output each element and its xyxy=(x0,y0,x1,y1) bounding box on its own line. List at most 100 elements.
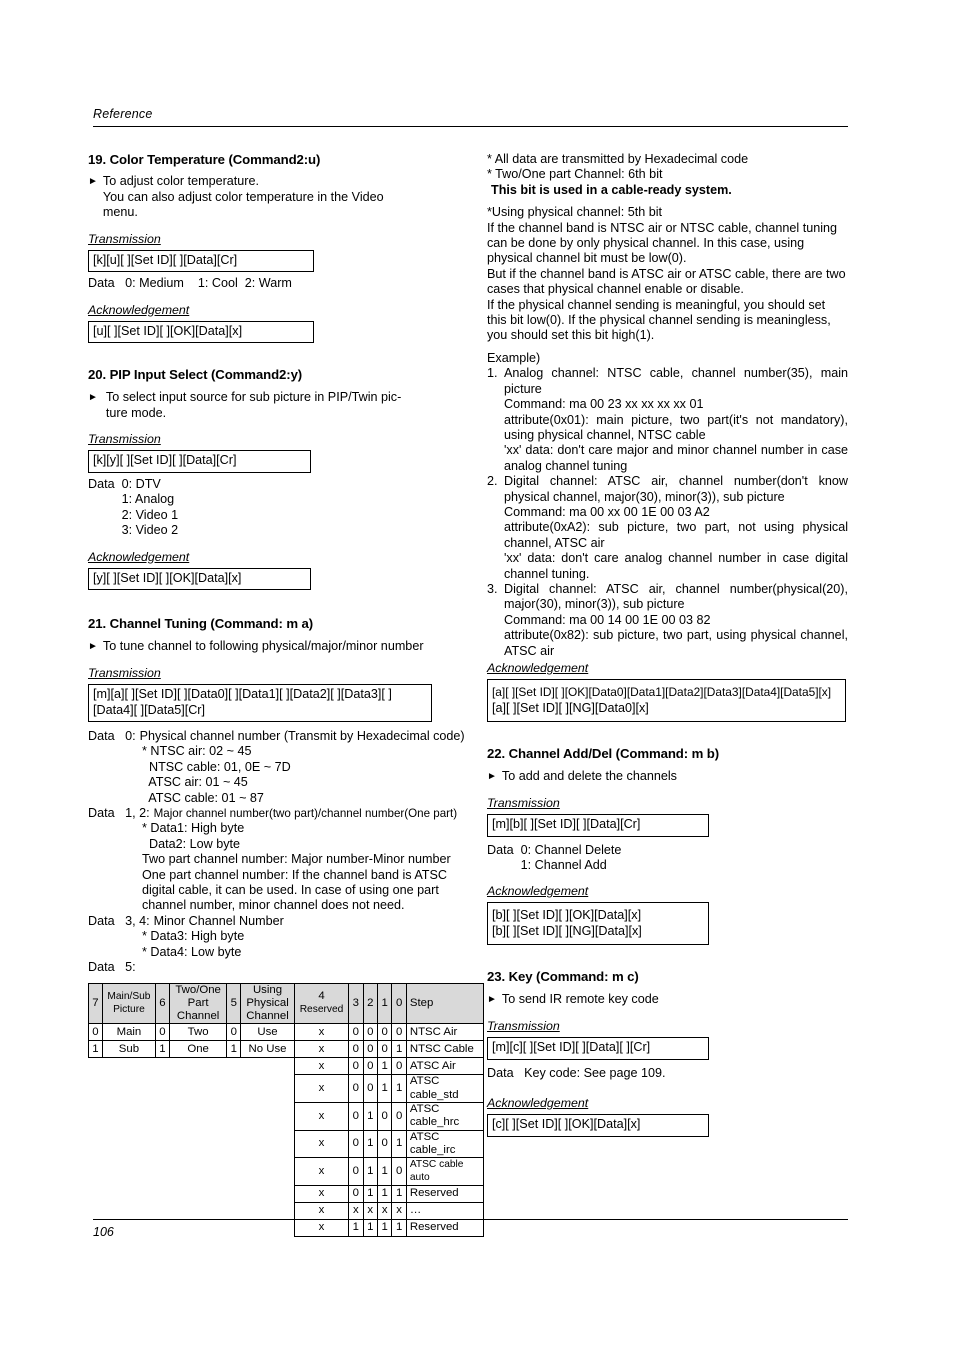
table-header-row: 7 Main/Sub Picture 6 Two/One Part Channe… xyxy=(88,982,485,1025)
cell-bit6: 1 xyxy=(155,1040,170,1059)
table-row: 1 Sub 1 One 1 No Use x 0 0 0 1 NTSC Cabl… xyxy=(88,1040,485,1059)
cell-bit1: 1 xyxy=(376,1184,393,1203)
table-row: x 0 1 1 0 ATSC cable auto xyxy=(89,1157,485,1186)
right-column: * All data are transmitted by Hexadecima… xyxy=(487,152,848,1140)
list-item: digital cable, it can be used. In case o… xyxy=(142,883,439,898)
section-21-data34-key: Data 3, 4: xyxy=(88,913,150,928)
example-line: attribute(0xA2): sub picture, two part, … xyxy=(504,520,848,550)
section-22-channel-add-del: 22. Channel Add/Del (Command: m b) ► To … xyxy=(487,746,848,946)
section-19-transmission-label: Transmission xyxy=(88,231,161,246)
section-21-data0-key: Data 0: xyxy=(88,729,136,743)
list-item: 1: Analog xyxy=(121,492,175,507)
section-21-ack-code-ok: [a][ ][Set ID][ ][OK][Data0][Data1][Data… xyxy=(492,685,832,699)
example-line: Command: ma 00 23 xx xx xx xx 01 xyxy=(504,397,704,412)
section-22-ack-label: Acknowledgement xyxy=(487,884,589,899)
section-21-ack-label: Acknowledgement xyxy=(487,661,589,675)
section-22-data-values: 0: Channel Delete 1: Channel Add xyxy=(521,843,848,874)
section-19-transmission-code: [k][u][ ][Set ID][ ][Data][Cr] xyxy=(88,249,314,273)
section-22-title: 22. Channel Add/Del (Command: m b) xyxy=(487,746,720,761)
cell-bit0: 1 xyxy=(391,1184,407,1203)
cell-bit7: 1 xyxy=(88,1040,103,1059)
cell-bit1: x xyxy=(376,1201,393,1220)
cell-bit6-name: Two xyxy=(168,1023,228,1042)
section-21-data0-value: Physical channel number (Transmit by Hex… xyxy=(139,729,465,743)
note-cable-ready-bold: This bit is used in a cable-ready system… xyxy=(491,182,732,197)
example-item-1-number: 1. xyxy=(487,366,498,381)
cell-bit1: 0 xyxy=(376,1129,393,1159)
cell-bit2: 1 xyxy=(362,1129,378,1159)
cell-bit0: 0 xyxy=(391,1057,407,1076)
example-line: Digital channel: ATSC air, channel numbe… xyxy=(504,474,848,504)
section-21-acknowledgement: Acknowledgement [a][ ][Set ID][ ][OK][Da… xyxy=(487,659,848,722)
section-23-data-line: Data Key code: See page 109. xyxy=(487,1065,666,1080)
page-number: 106 xyxy=(93,1225,114,1239)
section-23-transmission-label: Transmission xyxy=(487,1019,560,1034)
section-22-bullet: ► To add and delete the channels xyxy=(487,769,848,785)
list-item: ATSC cable: 01 ~ 87 xyxy=(142,790,264,805)
cell-bit3: 0 xyxy=(348,1101,364,1131)
section-22-transmission-label: Transmission xyxy=(487,796,560,810)
example-item-1-body: Analog channel: NTSC cable, channel numb… xyxy=(504,366,848,474)
list-item: Data2: Low byte xyxy=(142,836,241,851)
section-23-ack-label: Acknowledgement xyxy=(487,1096,589,1111)
example-line: 'xx' data: don't care analog channel num… xyxy=(504,551,848,581)
header-bit-4-number: 4 xyxy=(318,990,325,1003)
section-21-data5-key: Data 5: xyxy=(88,960,136,975)
table-row: x 0 0 1 0 ATSC Air xyxy=(89,1057,485,1076)
note-paragraph-3: If the physical channel sending is meani… xyxy=(487,297,831,343)
list-item: * Data1: High byte xyxy=(142,821,245,836)
cell-bit0: 1 xyxy=(391,1040,407,1059)
footer-divider xyxy=(93,1219,848,1220)
section-19-data-line: Data 0: Medium 1: Cool 2: Warm xyxy=(88,276,292,291)
cell-bit3: 0 xyxy=(348,1157,364,1186)
section-21-data34-value: Minor Channel Number xyxy=(153,913,284,928)
cell-bit2: 1 xyxy=(362,1157,378,1186)
cell-bit5-name: No Use xyxy=(240,1040,295,1059)
list-item: NTSC cable: 01, 0E ~ 7D xyxy=(142,759,291,774)
note-paragraph-1: If the channel band is NTSC air or NTSC … xyxy=(487,220,838,266)
section-22-bullet-text: To add and delete the channels xyxy=(501,769,677,783)
example-item-3: 3. Digital channel: ATSC air, channel nu… xyxy=(487,582,848,659)
bit-table-body: 0 Main 0 Two 0 Use x 0 0 0 0 NTSC Air 1 … xyxy=(88,1023,485,1237)
section-19-bullet-text: To adjust color temperature. You can als… xyxy=(102,174,384,220)
note-two-one-part-bit: * Two/One part Channel: 6th bit xyxy=(487,167,663,182)
cell-empty xyxy=(89,1130,295,1158)
section-21-data12-key: Data 1, 2: xyxy=(88,806,150,821)
section-22-ack-code-ng: [b][ ][Set ID][ ][NG][Data][x] xyxy=(492,923,642,938)
triangle-bullet-icon: ► xyxy=(487,771,497,782)
cell-bit3: 0 xyxy=(348,1074,364,1103)
example-item-1: 1. Analog channel: NTSC cable, channel n… xyxy=(487,366,848,474)
section-21-data0-block: Data 0: Physical channel number (Transmi… xyxy=(88,729,484,744)
cell-bit4: x xyxy=(293,1023,350,1042)
bit-table-header: 7 Main/Sub Picture 6 Two/One Part Channe… xyxy=(88,982,485,1025)
section-20-data-key: Data xyxy=(88,476,122,491)
cell-bit4: x xyxy=(293,1101,350,1131)
example-line: Digital channel: ATSC air, channel numbe… xyxy=(504,581,848,612)
section-21-title: 21. Channel Tuning (Command: m a) xyxy=(88,616,314,631)
channel-tuning-notes: * All data are transmitted by Hexadecima… xyxy=(487,152,848,344)
cell-bit3: 0 xyxy=(348,1184,364,1203)
cell-empty xyxy=(89,1058,295,1075)
example-line: attribute(0x01): main picture, two part(… xyxy=(504,412,848,442)
cell-bit5: 1 xyxy=(226,1040,242,1059)
cell-bit1: 1 xyxy=(376,1057,393,1076)
section-20-bullet: ► To select input source for sub picture… xyxy=(88,390,484,421)
cell-bit5-name: Use xyxy=(240,1023,295,1042)
cell-bit1: 1 xyxy=(376,1157,393,1186)
list-item: 2: Video 1 xyxy=(121,507,179,522)
section-20-data-values: 0: DTV 1: Analog 2: Video 1 3: Video 2 xyxy=(122,477,484,539)
cell-bit2: 0 xyxy=(362,1023,378,1042)
section-23-transmission-code: [m][c][ ][Set ID][ ][Data][ ][Cr] xyxy=(487,1037,709,1060)
cell-bit3: 0 xyxy=(348,1129,364,1159)
cell-bit7-name: Sub xyxy=(101,1040,157,1059)
cell-bit0: 0 xyxy=(391,1157,407,1186)
document-page: Reference 19. Color Temperature (Command… xyxy=(0,0,954,1351)
example-line: Command: ma 00 xx 00 1E 00 03 A2 xyxy=(504,504,710,519)
section-21-data12-block: Data 1, 2: Major channel number(two part… xyxy=(88,806,484,821)
list-item: * Data3: High byte xyxy=(142,929,245,944)
list-item: 0: Channel Delete xyxy=(520,842,622,857)
table-row: x x x x x … xyxy=(89,1201,485,1220)
cell-bit3: 0 xyxy=(348,1057,364,1076)
cell-bit4: x xyxy=(293,1040,350,1059)
list-item: channel number, minor channel does not n… xyxy=(142,898,405,913)
